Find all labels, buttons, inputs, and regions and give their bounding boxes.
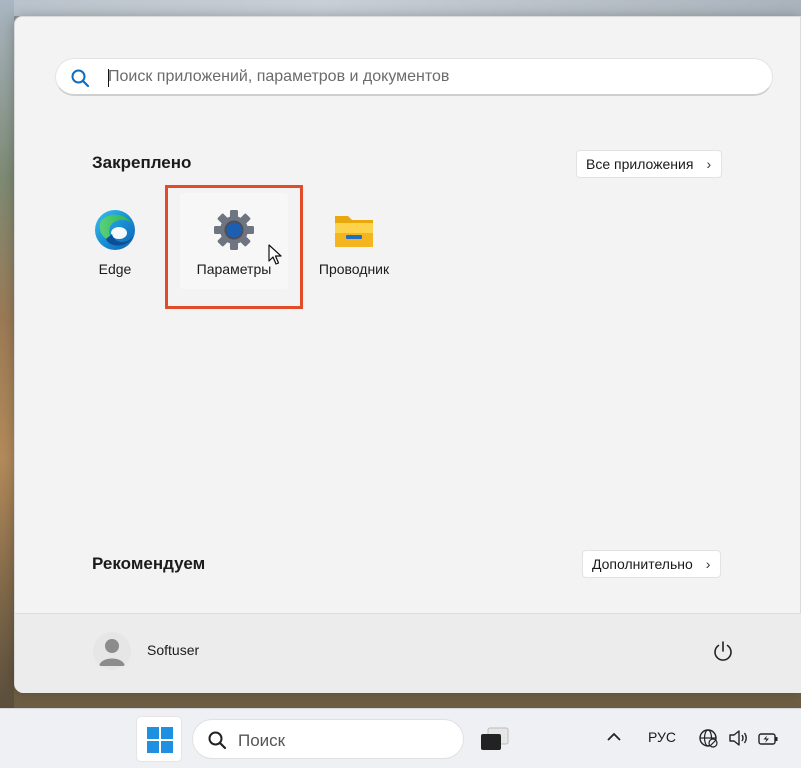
more-label: Дополнительно <box>592 556 693 572</box>
app-label: Edge <box>98 261 132 277</box>
taskbar: Поиск РУС <box>0 708 801 768</box>
taskbar-search[interactable]: Поиск <box>192 719 464 759</box>
battery-icon[interactable] <box>757 727 779 749</box>
user-icon <box>99 639 125 666</box>
wallpaper-left <box>0 0 14 708</box>
chevron-up-icon[interactable] <box>604 727 624 747</box>
volume-icon[interactable] <box>727 727 749 749</box>
search-icon <box>71 69 90 88</box>
app-label: Проводник <box>318 261 390 277</box>
wallpaper-top <box>0 0 801 16</box>
more-button[interactable]: Дополнительно › <box>582 550 722 578</box>
edge-icon <box>95 210 135 250</box>
language-indicator[interactable]: РУС <box>648 729 676 745</box>
power-icon[interactable] <box>712 640 734 662</box>
network-icon[interactable] <box>697 727 719 749</box>
start-menu: Закреплено Все приложения › Edge <box>14 16 801 693</box>
start-button[interactable] <box>136 716 182 762</box>
windows-logo-icon <box>147 727 173 753</box>
highlight-annotation <box>165 185 303 309</box>
search-icon <box>208 731 227 750</box>
mouse-cursor-icon <box>268 244 282 265</box>
pinned-section-title: Закреплено <box>92 153 192 172</box>
all-apps-label: Все приложения <box>586 156 694 172</box>
folder-icon <box>335 216 373 247</box>
search-input[interactable] <box>108 63 748 91</box>
pinned-app-explorer[interactable]: Проводник <box>300 193 408 289</box>
task-view-icon[interactable] <box>480 727 510 751</box>
start-footer: Softuser <box>15 613 801 693</box>
user-avatar[interactable] <box>93 632 131 670</box>
chevron-right-icon: › <box>705 556 711 572</box>
chevron-right-icon: › <box>706 156 712 172</box>
taskbar-search-label: Поиск <box>238 731 286 750</box>
recommended-section-title: Рекомендуем <box>92 554 206 573</box>
start-search-box[interactable] <box>55 58 773 96</box>
pinned-app-edge[interactable]: Edge <box>61 193 169 289</box>
all-apps-button[interactable]: Все приложения › <box>576 150 723 178</box>
user-name[interactable]: Softuser <box>147 642 199 658</box>
